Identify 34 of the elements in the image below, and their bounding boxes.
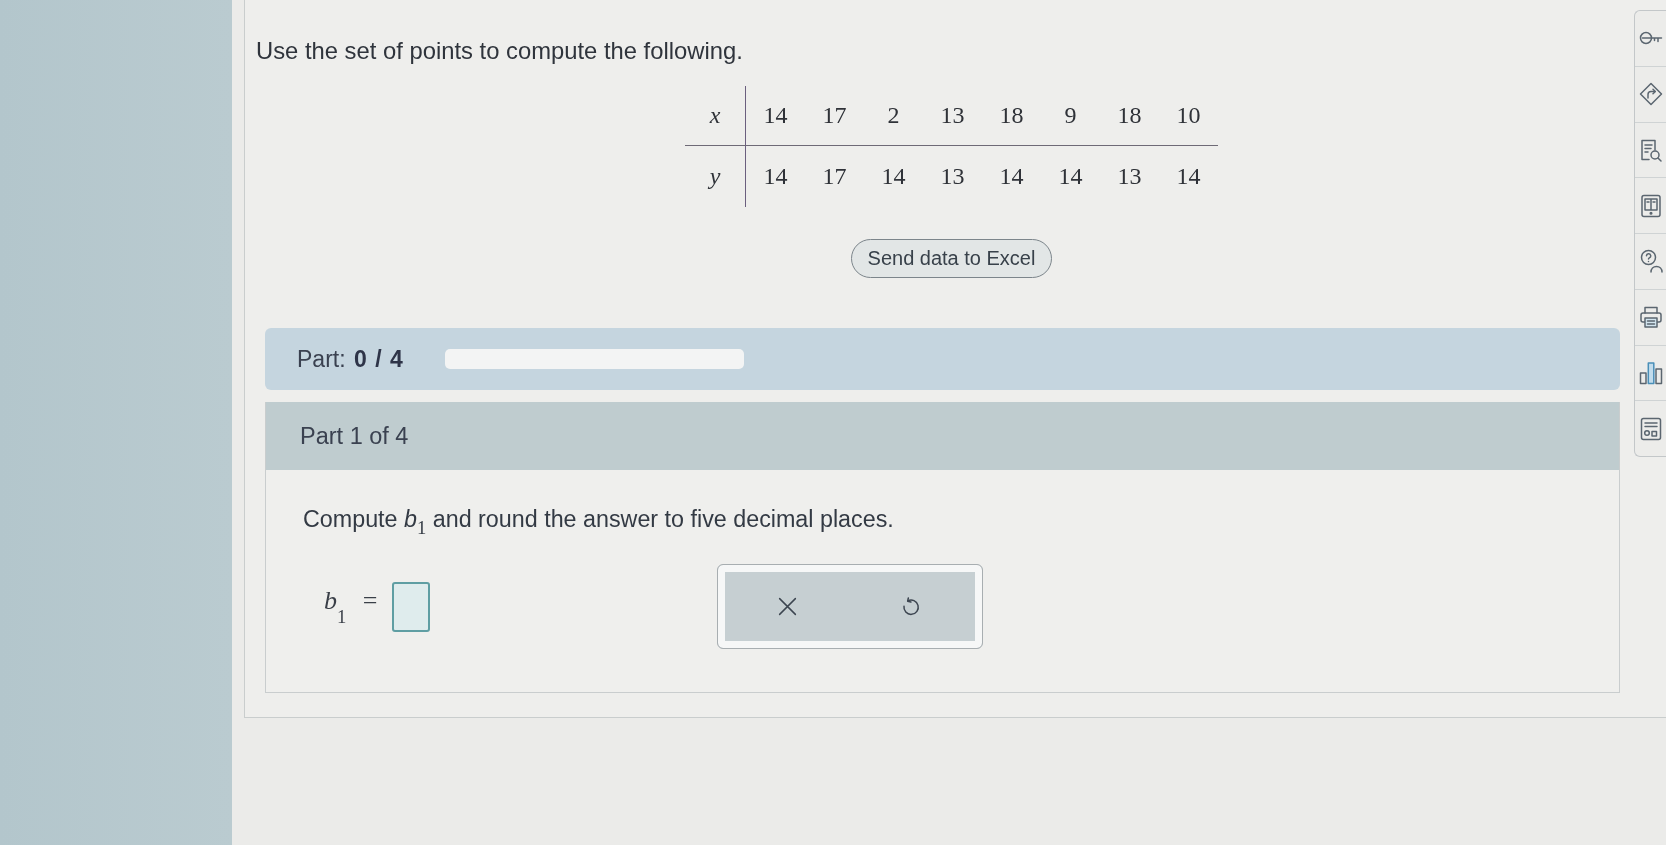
card-shapes-icon[interactable] [1639, 416, 1663, 441]
table-cell-text: 14 [998, 162, 1025, 191]
table-cell: 10 [1159, 86, 1218, 146]
table-cell: 17 [805, 86, 864, 146]
undo-icon [900, 596, 921, 617]
variable-label: x [685, 86, 746, 146]
variable-label: y [685, 146, 746, 207]
bar-chart-icon[interactable] [1639, 360, 1663, 385]
question-text: Compute b$_{1}$ and round the answer to five decimal places. [303, 505, 894, 534]
prompt-text: Use the set of points to compute the following. [256, 36, 743, 66]
table-cell: 2 [864, 86, 923, 146]
table-cell-text: 14 [762, 162, 789, 191]
table-cell-text: 14 [880, 162, 907, 191]
send-to-excel-button[interactable]: Send data to Excel [850, 239, 1053, 278]
part-title: Part 1 of 4 [300, 422, 409, 450]
document-search-icon[interactable] [1639, 137, 1663, 162]
table-cell-text: 13 [1116, 162, 1143, 191]
table-cell: 13 [923, 86, 982, 146]
answer-box[interactable] [391, 581, 430, 632]
direction-sign-icon[interactable] [1639, 82, 1663, 107]
help-person-icon[interactable] [1639, 249, 1663, 274]
table-cell: 9 [1041, 86, 1100, 146]
table-cell-text: 17 [821, 162, 848, 191]
table-cell-text: 14 [1057, 162, 1084, 191]
tablet-book-icon[interactable] [1639, 193, 1663, 218]
printer-icon[interactable] [1639, 305, 1663, 330]
table-cell: 18 [1100, 86, 1159, 146]
table-cell: 14 [746, 86, 805, 146]
progress-label: Part: 0 / 4 [297, 345, 404, 373]
table-cell-text: 13 [939, 162, 966, 191]
answer-label: b$_{1}$ = [324, 586, 378, 627]
table-cell: 18 [982, 86, 1041, 146]
table-cell-text: 14 [1175, 162, 1202, 191]
close-icon [777, 596, 799, 617]
